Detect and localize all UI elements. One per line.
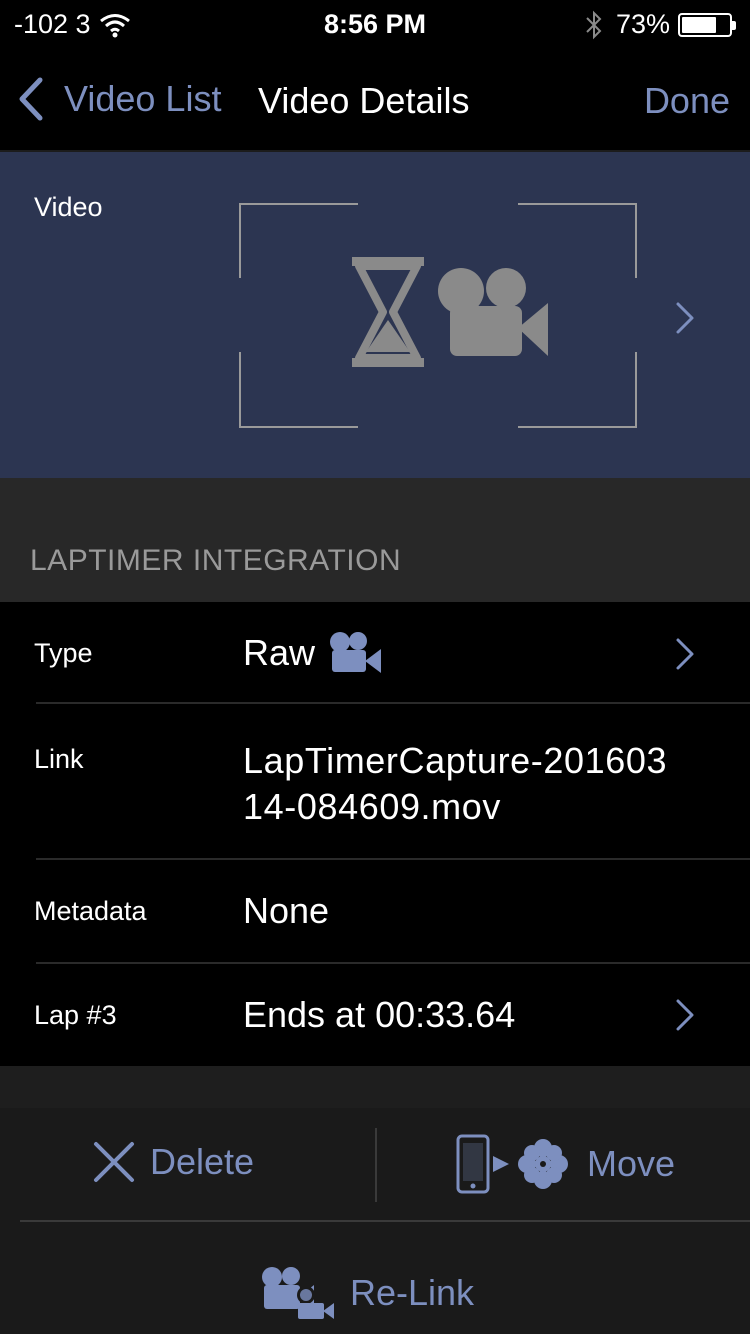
row-link: Link LapTimerCapture-201603 14-084609.mo… [0, 704, 750, 860]
phone-to-flower-icon [456, 1134, 568, 1194]
toolbar-divider-horizontal [20, 1220, 750, 1222]
battery-fill [682, 16, 716, 33]
battery-tip [732, 20, 736, 30]
row-metadata: Metadata None [0, 860, 750, 964]
chevron-right-icon [676, 302, 694, 334]
delete-button[interactable]: Delete [92, 1140, 254, 1184]
video-label: Video [34, 192, 103, 222]
row-type[interactable]: Type Raw [0, 602, 750, 704]
chevron-right-icon [676, 999, 694, 1031]
back-button[interactable]: Video List [16, 76, 221, 122]
page-title: Video Details [258, 80, 470, 121]
row-label-metadata: Metadata [34, 896, 147, 926]
link-value-line1: LapTimerCapture-201603 [243, 740, 668, 781]
row-value-type: Raw [243, 630, 383, 676]
chevron-left-icon [19, 77, 43, 121]
video-thumbnail[interactable] [238, 202, 638, 430]
relink-label: Re-Link [350, 1272, 475, 1313]
section-background [0, 478, 750, 602]
move-label: Move [587, 1143, 676, 1184]
battery-percent: 73% [615, 9, 670, 39]
row-label-link: Link [34, 744, 84, 774]
relink-button[interactable]: Re-Link [260, 1263, 474, 1323]
row-label-type: Type [34, 638, 93, 668]
move-button[interactable]: Move [455, 1134, 675, 1194]
back-label: Video List [64, 78, 222, 119]
section-gap [0, 1066, 750, 1108]
movie-camera-icon [438, 268, 548, 356]
delete-label: Delete [150, 1141, 255, 1182]
link-value-line2: 14-084609.mov [243, 786, 501, 827]
bottom-toolbar: Delete Move Re-Link [0, 1108, 750, 1334]
section-header: LAPTIMER INTEGRATION [30, 544, 402, 577]
toolbar-divider-vertical [375, 1128, 377, 1202]
hourglass-icon [352, 257, 424, 367]
viewfinder-frame [239, 203, 637, 428]
chevron-right-icon [676, 638, 694, 670]
close-icon [94, 1142, 134, 1182]
battery-icon [678, 12, 736, 37]
status-bar: -102 3 8:56 PM 73% [0, 0, 750, 50]
status-right: 73% [584, 9, 736, 40]
done-button[interactable]: Done [644, 80, 730, 122]
row-value-metadata: None [243, 890, 330, 931]
row-label-lap: Lap #3 [34, 1000, 117, 1030]
movie-camera-link-icon [262, 1267, 334, 1319]
details-list: Type Raw Link LapTimerCapture-201603 14-… [0, 602, 750, 1066]
type-value: Raw [243, 632, 316, 673]
video-row[interactable]: Video [0, 152, 750, 478]
movie-camera-icon [330, 632, 382, 673]
bluetooth-icon [586, 10, 602, 39]
row-value-lap: Ends at 00:33.64 [243, 994, 516, 1035]
row-value-link: LapTimerCapture-201603 14-084609.mov [243, 738, 667, 830]
row-lap[interactable]: Lap #3 Ends at 00:33.64 [0, 964, 750, 1066]
nav-bar: Video List Video Details Done [0, 50, 750, 150]
